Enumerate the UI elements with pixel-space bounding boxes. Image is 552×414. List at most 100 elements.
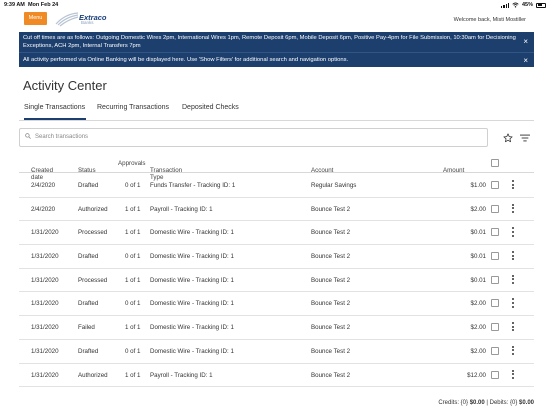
signal-icon bbox=[501, 2, 509, 8]
cutoff-times-banner: Cut off times are as follows: Outgoing D… bbox=[19, 32, 534, 52]
row-transaction-type[interactable]: Domestic Wire - Tracking ID: 1 bbox=[150, 277, 234, 284]
row-account: Bounce Test 2 bbox=[311, 300, 351, 308]
tab-single-transactions[interactable]: Single Transactions bbox=[24, 104, 86, 120]
row-checkbox[interactable] bbox=[491, 181, 499, 189]
bank-logo[interactable]: Extraco Banks bbox=[55, 12, 115, 27]
column-approvals: Approvals bbox=[118, 160, 146, 167]
close-icon[interactable]: × bbox=[523, 38, 528, 46]
page-title: Activity Center bbox=[23, 78, 107, 93]
more-options-icon[interactable] bbox=[511, 274, 515, 287]
close-icon[interactable]: × bbox=[523, 57, 528, 65]
row-date: 1/31/2020 bbox=[31, 276, 59, 284]
table-row[interactable]: 2/4/2020 Authorized 1 of 1 Payroll - Tra… bbox=[19, 198, 534, 222]
select-all-checkbox[interactable] bbox=[491, 159, 499, 167]
logo-subtitle: Banks bbox=[81, 20, 94, 25]
row-account: Bounce Test 2 bbox=[311, 253, 351, 261]
credits-label: Credits: {0} bbox=[438, 400, 469, 406]
more-options-icon[interactable] bbox=[511, 369, 515, 382]
row-date: 1/31/2020 bbox=[31, 347, 59, 355]
table-row[interactable]: 1/31/2020 Failed 1 of 1 Domestic Wire - … bbox=[19, 316, 534, 340]
row-approvals: 1 of 1 bbox=[125, 229, 141, 237]
more-options-icon[interactable] bbox=[511, 298, 515, 310]
row-amount: $0.01 bbox=[470, 229, 486, 237]
row-amount: $12.00 bbox=[467, 371, 486, 379]
activity-tabs: Single Transactions Recurring Transactio… bbox=[19, 102, 534, 121]
table-header: Created date ⌄ Status ⌄ Approvals Transa… bbox=[19, 153, 534, 181]
row-status: Drafted bbox=[78, 347, 99, 355]
row-transaction-type[interactable]: Domestic Wire - Tracking ID: 1 bbox=[150, 300, 234, 307]
table-row[interactable]: 1/31/2020 Processed 1 of 1 Domestic Wire… bbox=[19, 221, 534, 246]
row-checkbox[interactable] bbox=[491, 275, 499, 284]
row-checkbox[interactable] bbox=[491, 299, 499, 308]
device-status-bar: 9:39 AM Mon Feb 24 45% bbox=[0, 0, 552, 10]
row-amount: $1.00 bbox=[470, 182, 486, 189]
row-status: Authorized bbox=[78, 371, 108, 379]
more-options-icon[interactable] bbox=[511, 203, 515, 216]
tab-deposited-checks[interactable]: Deposited Checks bbox=[182, 104, 242, 120]
search-icon bbox=[25, 133, 31, 139]
status-time: 9:39 AM Mon Feb 24 bbox=[4, 2, 59, 8]
menu-button[interactable]: Menu bbox=[24, 12, 47, 25]
row-date: 2/4/2020 bbox=[31, 205, 56, 213]
row-status: Failed bbox=[78, 324, 95, 332]
filter-icon[interactable] bbox=[520, 134, 530, 142]
tab-recurring-transactions[interactable]: Recurring Transactions bbox=[97, 104, 173, 120]
table-row[interactable]: 1/31/2020 Authorized 1 of 1 Payroll - Tr… bbox=[19, 364, 534, 388]
more-options-icon[interactable] bbox=[511, 322, 515, 334]
app-header: Menu Extraco Banks Welcome back, Misti M… bbox=[0, 10, 552, 32]
row-amount: $2.00 bbox=[470, 205, 486, 213]
banner-text: Cut off times are as follows: Outgoing D… bbox=[23, 35, 516, 49]
activity-info-banner: All activity performed via Online Bankin… bbox=[19, 52, 534, 67]
row-approvals: 0 of 1 bbox=[125, 182, 141, 189]
row-account: Bounce Test 2 bbox=[311, 347, 351, 355]
row-approvals: 1 of 1 bbox=[125, 324, 141, 332]
more-options-icon[interactable] bbox=[511, 251, 515, 263]
row-transaction-type[interactable]: Domestic Wire - Tracking ID: 1 bbox=[150, 348, 234, 355]
row-account: Bounce Test 2 bbox=[311, 371, 351, 379]
row-status: Drafted bbox=[78, 182, 99, 189]
table-row[interactable]: 1/31/2020 Drafted 0 of 1 Domestic Wire -… bbox=[19, 245, 534, 269]
row-transaction-type[interactable]: Payroll - Tracking ID: 1 bbox=[150, 206, 213, 213]
row-checkbox[interactable] bbox=[491, 370, 499, 379]
row-date: 1/31/2020 bbox=[31, 253, 59, 261]
row-date: 1/31/2020 bbox=[31, 300, 59, 308]
row-date: 2/4/2020 bbox=[31, 182, 56, 189]
row-status: Processed bbox=[78, 229, 108, 237]
row-transaction-type[interactable]: Domestic Wire - Tracking ID: 1 bbox=[150, 229, 234, 236]
banner-text: All activity performed via Online Bankin… bbox=[23, 57, 349, 63]
row-transaction-type[interactable]: Funds Transfer - Tracking ID: 1 bbox=[150, 182, 235, 189]
battery-icon bbox=[536, 2, 546, 8]
star-icon[interactable] bbox=[503, 133, 513, 143]
row-amount: $2.00 bbox=[470, 300, 486, 308]
row-amount: $2.00 bbox=[470, 347, 486, 355]
row-checkbox[interactable] bbox=[491, 346, 499, 355]
battery-percent: 45% bbox=[521, 2, 533, 8]
row-approvals: 1 of 1 bbox=[125, 371, 141, 379]
row-account: Bounce Test 2 bbox=[311, 276, 351, 284]
table-row[interactable]: 1/31/2020 Drafted 0 of 1 Domestic Wire -… bbox=[19, 292, 534, 317]
row-checkbox[interactable] bbox=[491, 323, 499, 332]
row-checkbox[interactable] bbox=[491, 228, 499, 237]
row-status: Drafted bbox=[78, 300, 99, 308]
row-checkbox[interactable] bbox=[491, 252, 499, 261]
row-transaction-type[interactable]: Payroll - Tracking ID: 1 bbox=[150, 372, 213, 379]
row-approvals: 1 of 1 bbox=[125, 205, 141, 213]
row-checkbox[interactable] bbox=[491, 204, 499, 213]
debits-label: Debits: {0} bbox=[489, 400, 518, 406]
row-date: 1/31/2020 bbox=[31, 229, 59, 237]
credits-value: $0.00 bbox=[469, 400, 485, 406]
table-row[interactable]: 1/31/2020 Processed 1 of 1 Domestic Wire… bbox=[19, 269, 534, 293]
row-amount: $2.00 bbox=[470, 324, 486, 332]
row-approvals: 0 of 1 bbox=[125, 347, 141, 355]
row-status: Authorized bbox=[78, 205, 108, 213]
table-row[interactable]: 1/31/2020 Drafted 0 of 1 Domestic Wire -… bbox=[19, 340, 534, 364]
more-options-icon[interactable] bbox=[511, 345, 515, 358]
table-row[interactable]: 2/4/2020 Drafted 0 of 1 Funds Transfer -… bbox=[19, 174, 534, 198]
more-options-icon[interactable] bbox=[511, 227, 515, 239]
row-transaction-type[interactable]: Domestic Wire - Tracking ID: 1 bbox=[150, 253, 234, 260]
row-date: 1/31/2020 bbox=[31, 324, 59, 332]
row-transaction-type[interactable]: Domestic Wire - Tracking ID: 1 bbox=[150, 324, 234, 331]
search-input[interactable]: Search transactions bbox=[19, 128, 488, 147]
row-amount: $0.01 bbox=[470, 253, 486, 261]
more-options-icon[interactable] bbox=[511, 180, 515, 192]
